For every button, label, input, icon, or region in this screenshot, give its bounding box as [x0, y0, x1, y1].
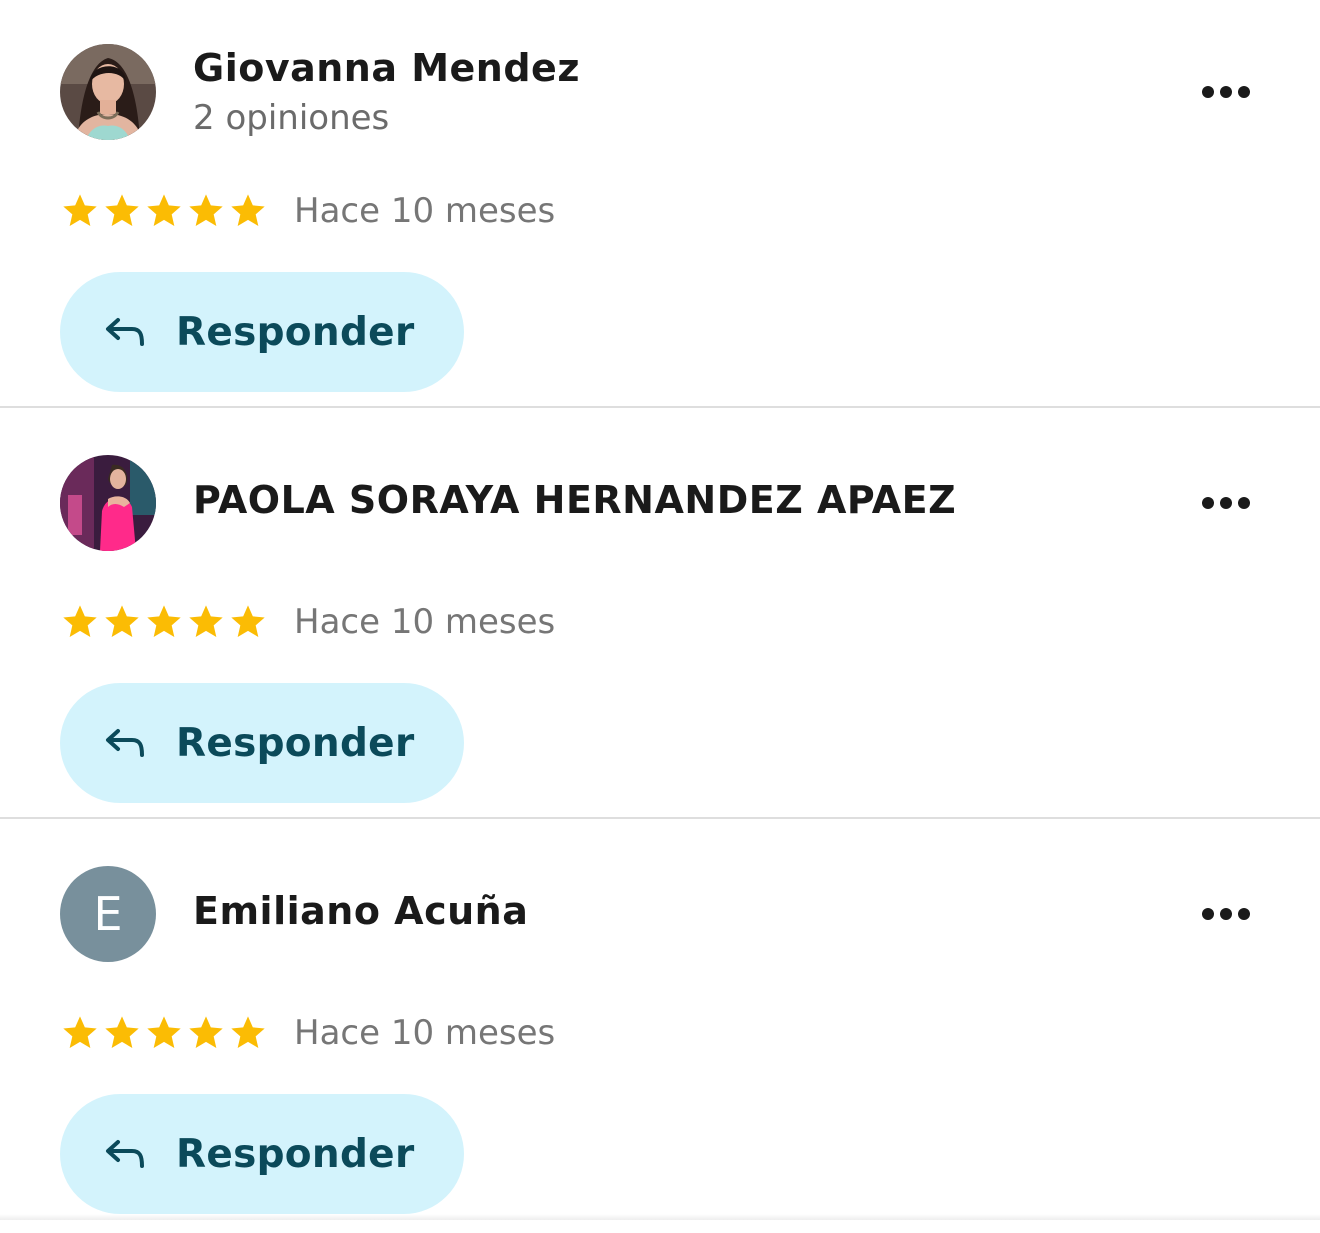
star-icon — [189, 1016, 223, 1048]
avatar[interactable] — [60, 455, 156, 551]
stars — [60, 1012, 268, 1054]
reviewer-review-count: 2 opiniones — [193, 98, 390, 138]
stars — [60, 190, 268, 232]
avatar-photo — [60, 455, 156, 551]
star-icon — [147, 1016, 181, 1048]
more-options-icon[interactable] — [1196, 902, 1256, 926]
star-icon — [231, 605, 265, 637]
review-date: Hace 10 meses — [294, 191, 556, 231]
reviewer-name[interactable]: Emiliano Acuña — [193, 889, 528, 933]
avatar-photo — [60, 44, 156, 140]
review-date: Hace 10 meses — [294, 1013, 556, 1053]
star-icon — [147, 605, 181, 637]
review-card: Giovanna Mendez 2 opiniones Hace 10 mese… — [0, 0, 1320, 411]
reply-button[interactable]: Responder — [60, 683, 464, 803]
star-icon — [147, 194, 181, 226]
reply-button[interactable]: Responder — [60, 1094, 464, 1214]
more-options-icon[interactable] — [1196, 491, 1256, 515]
star-icon — [63, 1016, 97, 1048]
reply-button[interactable]: Responder — [60, 272, 464, 392]
reviewer-name[interactable]: PAOLA SORAYA HERNANDEZ APAEZ — [193, 478, 956, 522]
reply-button-label: Responder — [176, 1131, 415, 1177]
review-card: E Emiliano Acuña Hace 10 meses Responder — [0, 822, 1320, 1233]
reply-arrow-icon — [106, 729, 144, 757]
star-icon — [63, 194, 97, 226]
star-icon — [189, 194, 223, 226]
stars — [60, 601, 268, 643]
reply-arrow-icon — [106, 1140, 144, 1168]
more-options-icon[interactable] — [1196, 80, 1256, 104]
reply-button-label: Responder — [176, 309, 415, 355]
star-icon — [105, 194, 139, 226]
review-card: PAOLA SORAYA HERNANDEZ APAEZ Hace 10 mes… — [0, 411, 1320, 822]
avatar[interactable]: E — [60, 866, 156, 962]
star-icon — [231, 194, 265, 226]
reply-button-label: Responder — [176, 720, 415, 766]
divider — [0, 817, 1320, 819]
star-icon — [63, 605, 97, 637]
reviewer-name[interactable]: Giovanna Mendez — [193, 46, 580, 90]
star-rating: Hace 10 meses — [60, 190, 555, 232]
star-icon — [231, 1016, 265, 1048]
bottom-edge — [0, 1214, 1320, 1220]
review-date: Hace 10 meses — [294, 602, 556, 642]
avatar[interactable] — [60, 44, 156, 140]
star-icon — [105, 605, 139, 637]
star-icon — [189, 605, 223, 637]
reply-arrow-icon — [106, 318, 144, 346]
star-icon — [105, 1016, 139, 1048]
divider — [0, 406, 1320, 408]
star-rating: Hace 10 meses — [60, 1012, 555, 1054]
star-rating: Hace 10 meses — [60, 601, 555, 643]
